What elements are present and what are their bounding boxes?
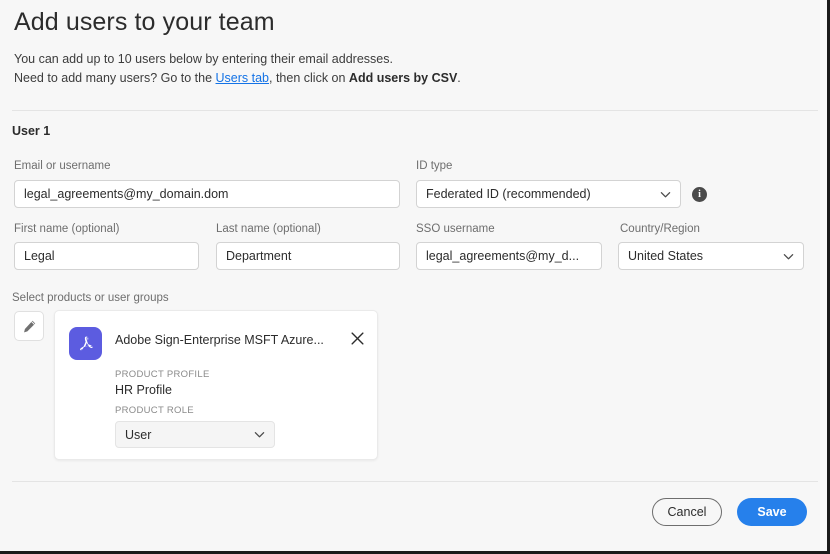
pencil-icon [22,319,37,334]
product-role-label: PRODUCT ROLE [115,405,194,416]
first-name-input[interactable] [14,242,199,270]
product-role-select[interactable]: User [115,421,275,448]
edit-products-button[interactable] [14,311,44,341]
header-divider [12,110,818,111]
footer-divider [12,481,818,482]
last-name-input[interactable] [216,242,400,270]
product-role-value: User [125,427,152,442]
product-profile-value: HR Profile [115,383,172,397]
cancel-button[interactable]: Cancel [652,498,722,526]
save-button[interactable]: Save [737,498,807,526]
id-type-label: ID type [416,160,453,172]
product-card: Adobe Sign-Enterprise MSFT Azure... PROD… [54,310,378,460]
country-value: United States [628,249,704,263]
intro-line-2-prefix: Need to add many users? Go to the [14,71,216,85]
email-label: Email or username [14,160,111,172]
chevron-down-icon [660,189,671,200]
close-icon[interactable] [350,331,365,346]
last-name-label: Last name (optional) [216,223,321,235]
product-name: Adobe Sign-Enterprise MSFT Azure... [115,333,324,347]
add-users-by-csv-text: Add users by CSV [348,71,458,85]
country-select[interactable]: United States [618,242,804,270]
chevron-down-icon [254,429,265,440]
intro-text: You can add up to 10 users below by ente… [14,50,461,88]
product-profile-label: PRODUCT PROFILE [115,369,210,380]
adobe-sign-icon [69,327,102,360]
email-input[interactable] [14,180,400,208]
sso-username-label: SSO username [416,223,495,235]
intro-line-2: Need to add many users? Go to the Users … [14,69,461,88]
intro-line-2-suffix: . [457,71,461,85]
info-icon[interactable]: i [692,187,707,202]
sso-username-input[interactable] [416,242,602,270]
user-heading: User 1 [12,124,51,138]
page-title: Add users to your team [14,8,275,36]
intro-line-2-mid: , then click on [269,71,349,85]
users-tab-link[interactable]: Users tab [216,71,270,85]
first-name-label: First name (optional) [14,223,120,235]
products-label: Select products or user groups [12,292,169,304]
intro-line-1: You can add up to 10 users below by ente… [14,52,393,66]
id-type-value: Federated ID (recommended) [426,187,591,201]
chevron-down-icon [783,251,794,262]
country-label: Country/Region [620,223,700,235]
id-type-select[interactable]: Federated ID (recommended) [416,180,681,208]
add-users-dialog: Add users to your team You can add up to… [0,0,830,554]
